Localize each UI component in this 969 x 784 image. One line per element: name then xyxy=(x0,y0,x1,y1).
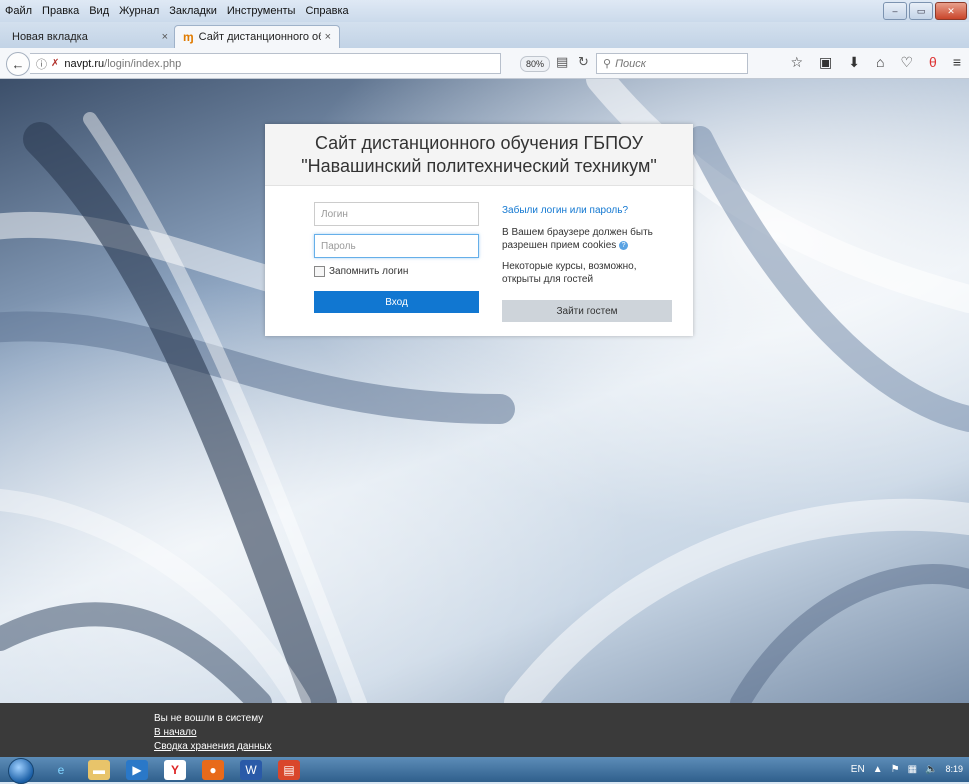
reader-view-icon[interactable]: ▤ xyxy=(556,54,568,70)
menu-bookmarks[interactable]: Закладки xyxy=(164,5,222,17)
tray-arrow-icon[interactable]: ▲ xyxy=(873,764,883,775)
site-title-line1: Сайт дистанционного обучения ГБПОУ xyxy=(314,133,644,153)
menu-file[interactable]: Файл xyxy=(0,5,37,17)
pdf-reader-icon[interactable]: ▤ xyxy=(278,760,300,780)
internet-explorer-icon[interactable]: e xyxy=(50,760,72,780)
close-window-button[interactable]: ✕ xyxy=(935,2,967,20)
tab-close-icon[interactable]: × xyxy=(325,31,331,43)
zoom-level[interactable]: 80% xyxy=(520,56,550,72)
guest-login-button[interactable]: Зайти гостем xyxy=(502,300,672,322)
url-host: navpt.ru xyxy=(64,57,105,70)
action-center-flag-icon[interactable]: ⚑ xyxy=(891,764,900,775)
clock[interactable]: 8:19 xyxy=(945,764,963,775)
network-icon[interactable]: ▦ xyxy=(908,764,917,775)
windows-taskbar: e ▬ ▶ Y ● W ▤ EN ▲ ⚑ ▦ 🔈 8:19 xyxy=(0,757,969,784)
home-link[interactable]: В начало xyxy=(154,727,197,738)
navigation-toolbar: ← ⓘ ✗ navpt.ru/login/index.php 80% ▤ ↻ ⚲… xyxy=(0,48,969,79)
search-input[interactable] xyxy=(611,57,740,70)
hamburger-menu-icon[interactable]: ≡ xyxy=(953,54,961,71)
guest-note: Некоторые курсы, возможно, открыты для г… xyxy=(502,261,637,285)
site-title-line2: "Навашинский политехнический техникум" xyxy=(301,156,657,176)
volume-icon[interactable]: 🔈 xyxy=(925,764,937,775)
menu-help[interactable]: Справка xyxy=(300,5,353,17)
bookmarks-list-icon[interactable]: ▣ xyxy=(819,54,832,71)
toolbar-icons: ☆ ▣ ⬇ ⌂ ♡ θ ≡ xyxy=(790,54,961,71)
search-icon: ⚲ xyxy=(603,58,612,70)
home-icon[interactable]: ⌂ xyxy=(876,54,884,71)
tab-moodle[interactable]: ɱ Сайт дистанционного обу... × xyxy=(174,25,340,48)
cookies-text: В Вашем браузере должен быть разрешен пр… xyxy=(502,227,653,251)
downloads-icon[interactable]: ⬇ xyxy=(848,54,860,71)
cookies-notice: В Вашем браузере должен быть разрешен пр… xyxy=(502,226,672,252)
page-footer: Вы не вошли в систему В начало Сводка хр… xyxy=(0,703,969,757)
word-icon[interactable]: W xyxy=(240,760,262,780)
tab-label: Новая вкладка xyxy=(12,30,88,43)
forgot-password-link[interactable]: Забыли логин или пароль? xyxy=(502,204,672,217)
tab-label: Сайт дистанционного обу... xyxy=(198,31,321,43)
pocket-icon[interactable]: ♡ xyxy=(900,54,913,71)
remember-label: Запомнить логин xyxy=(329,266,409,277)
window-controls: – ▭ ✕ xyxy=(883,0,969,22)
page-background: Сайт дистанционного обучения ГБПОУ "Нава… xyxy=(0,79,969,703)
url-path: /login/index.php xyxy=(104,57,182,70)
media-player-icon[interactable]: ▶ xyxy=(126,760,148,780)
firefox-icon[interactable]: ● xyxy=(202,760,224,780)
menu-edit[interactable]: Правка xyxy=(37,5,84,17)
menu-history[interactable]: Журнал xyxy=(114,5,164,17)
login-status: Вы не вошли в систему xyxy=(154,713,264,724)
moodle-favicon-icon: ɱ xyxy=(183,30,194,44)
system-tray: EN ▲ ⚑ ▦ 🔈 8:19 xyxy=(851,757,963,782)
url-bar[interactable]: ⓘ ✗ navpt.ru/login/index.php xyxy=(30,53,501,74)
language-indicator[interactable]: EN xyxy=(851,764,865,775)
remember-username[interactable]: Запомнить логин xyxy=(314,266,479,277)
maximize-button[interactable]: ▭ xyxy=(909,2,933,20)
login-button[interactable]: Вход xyxy=(314,291,479,313)
remember-checkbox[interactable] xyxy=(314,266,325,277)
tab-new[interactable]: Новая вкладка × xyxy=(4,25,176,48)
username-input[interactable] xyxy=(314,202,479,226)
menu-view[interactable]: Вид xyxy=(84,5,114,17)
search-bar[interactable]: ⚲ xyxy=(596,53,748,74)
bookmark-star-icon[interactable]: ☆ xyxy=(790,54,803,71)
menu-bar: Файл Правка Вид Журнал Закладки Инструме… xyxy=(0,0,969,22)
tab-strip: Новая вкладка × ɱ Сайт дистанционного об… xyxy=(0,22,969,65)
reload-icon[interactable]: ↻ xyxy=(578,54,589,70)
extension-icon[interactable]: θ xyxy=(929,54,937,71)
data-retention-link[interactable]: Сводка хранения данных xyxy=(154,741,272,752)
back-arrow-icon[interactable]: ← xyxy=(6,52,30,76)
menu-tools[interactable]: Инструменты xyxy=(222,5,301,17)
insecure-lock-icon[interactable]: ✗ xyxy=(51,58,59,69)
password-input[interactable] xyxy=(314,234,479,258)
login-form: Запомнить логин Вход xyxy=(314,202,479,313)
help-icon[interactable]: ? xyxy=(619,240,629,250)
clock-time: 8:19 xyxy=(945,764,963,774)
info-icon[interactable]: ⓘ xyxy=(36,56,47,72)
login-title: Сайт дистанционного обучения ГБПОУ "Нава… xyxy=(265,124,693,186)
login-panel: Сайт дистанционного обучения ГБПОУ "Нава… xyxy=(265,124,693,336)
tab-close-icon[interactable]: × xyxy=(162,31,168,43)
yandex-browser-icon[interactable]: Y xyxy=(164,760,186,780)
login-info: Забыли логин или пароль? В Вашем браузер… xyxy=(502,204,672,286)
minimize-button[interactable]: – xyxy=(883,2,907,20)
start-button-icon[interactable] xyxy=(8,758,34,784)
file-explorer-icon[interactable]: ▬ xyxy=(88,760,110,780)
